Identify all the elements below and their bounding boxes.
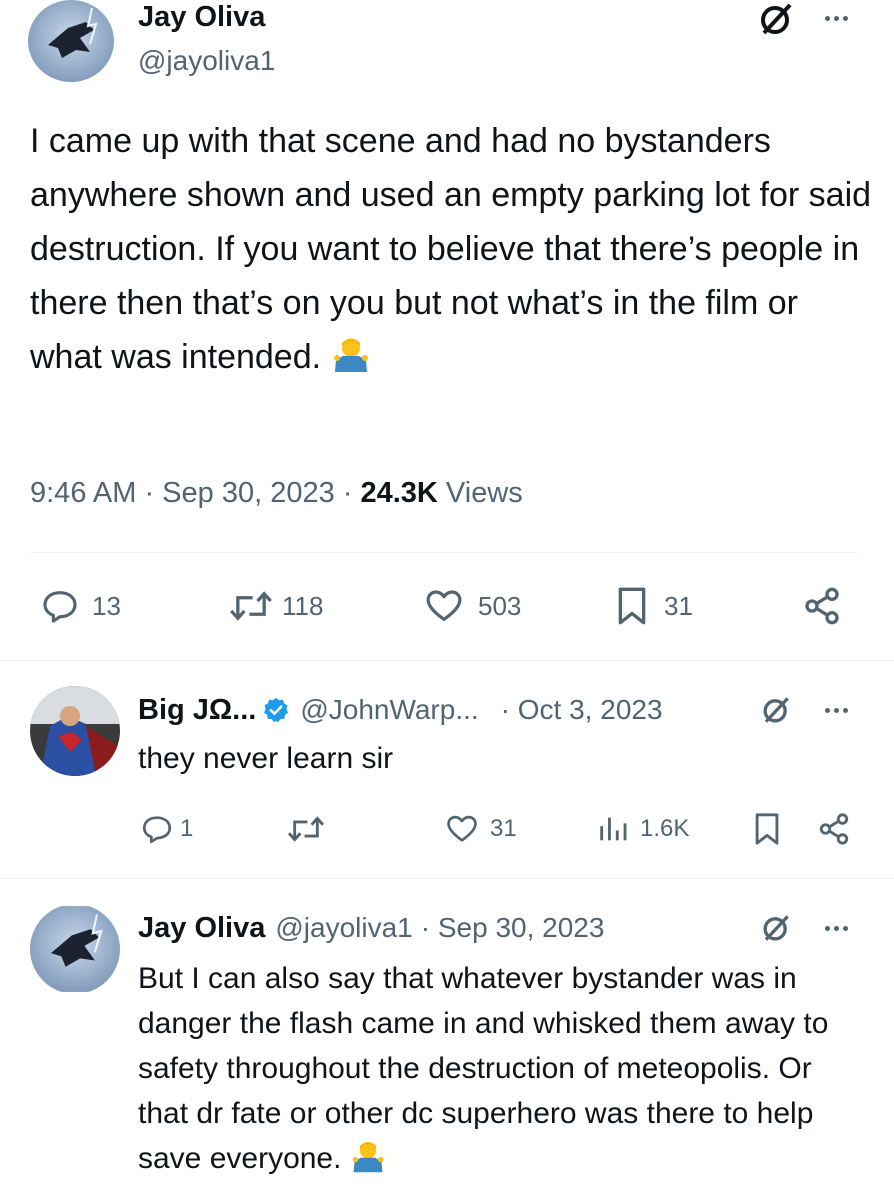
- retweet-button[interactable]: 118: [228, 586, 323, 626]
- like-icon: [447, 815, 477, 842]
- author-handle[interactable]: @jayoliva1: [138, 44, 275, 78]
- bookmark-button[interactable]: 31: [614, 586, 693, 626]
- reply-header: Big JΩ... @JohnWarp... · Oct 3, 2023: [138, 690, 663, 730]
- like-icon: [426, 590, 462, 621]
- like-button[interactable]: 503: [422, 586, 521, 626]
- views-count[interactable]: 24.3K: [360, 477, 437, 509]
- bookmark-icon: [618, 587, 646, 625]
- like-count: 31: [490, 815, 517, 842]
- reply-author-handle[interactable]: @jayoliva1: [275, 912, 412, 944]
- reply-avatar[interactable]: [30, 904, 120, 994]
- divider: [0, 878, 894, 879]
- divider: [30, 552, 858, 553]
- reply-avatar[interactable]: [30, 686, 120, 776]
- reply-text-content: But I can also say that whatever bystand…: [138, 962, 829, 1175]
- reply-count: 13: [92, 590, 121, 621]
- reply-author-handle[interactable]: @JohnWarp...: [300, 694, 478, 726]
- more-icon[interactable]: [816, 700, 856, 720]
- author-avatar[interactable]: [28, 0, 114, 82]
- share-button[interactable]: [800, 586, 844, 626]
- more-icon[interactable]: [816, 8, 856, 28]
- tweet-timestamp[interactable]: 9:46 AM · Sep 30, 2023 · 24.3K Views: [30, 475, 523, 511]
- views-button[interactable]: 1.6K: [596, 812, 689, 846]
- views-label[interactable]: Views: [438, 477, 523, 509]
- grok-icon[interactable]: [758, 910, 794, 946]
- reply-author-name[interactable]: Big JΩ...: [138, 694, 256, 727]
- reply-date[interactable]: · Sep 30, 2023: [421, 912, 605, 944]
- tweet-text: I came up with that scene and had no bys…: [30, 114, 875, 390]
- divider: [0, 660, 894, 661]
- timestamp-text[interactable]: 9:46 AM · Sep 30, 2023 ·: [30, 477, 360, 509]
- reply-button[interactable]: 1: [140, 812, 193, 846]
- reply-text: But I can also say that whatever bystand…: [138, 956, 858, 1187]
- author-name[interactable]: Jay Oliva: [138, 0, 265, 34]
- reply-button[interactable]: 13: [40, 586, 121, 626]
- reply-icon: [142, 816, 172, 844]
- views-icon: [600, 817, 627, 841]
- retweet-icon: [287, 816, 325, 842]
- share-icon: [805, 587, 839, 625]
- reply-text: they never learn sir: [138, 742, 394, 775]
- retweet-icon: [230, 591, 272, 621]
- reply-count: 1: [180, 815, 194, 842]
- like-count: 503: [478, 590, 522, 621]
- verified-badge-icon: [262, 696, 290, 724]
- person-shrugging-emoji: [350, 1138, 386, 1187]
- tweet-text-content: I came up with that scene and had no bys…: [30, 122, 872, 376]
- retweet-button[interactable]: [286, 812, 326, 846]
- share-button[interactable]: [816, 812, 852, 846]
- grok-icon[interactable]: [756, 0, 796, 38]
- bookmark-icon: [755, 813, 779, 845]
- grok-icon[interactable]: [758, 692, 794, 728]
- bookmark-count: 31: [664, 590, 693, 621]
- more-icon[interactable]: [816, 918, 856, 938]
- retweet-count: 118: [282, 590, 324, 621]
- reply-date[interactable]: · Oct 3, 2023: [501, 694, 663, 726]
- reply-icon: [43, 591, 77, 623]
- share-icon: [819, 813, 849, 845]
- views-count: 1.6K: [640, 815, 690, 842]
- reply-header: Jay Oliva @jayoliva1 · Sep 30, 2023: [138, 908, 604, 948]
- reply-author-name[interactable]: Jay Oliva: [138, 912, 265, 945]
- like-button[interactable]: 31: [444, 812, 517, 846]
- bookmark-button[interactable]: [752, 812, 782, 846]
- person-shrugging-emoji: [331, 334, 371, 390]
